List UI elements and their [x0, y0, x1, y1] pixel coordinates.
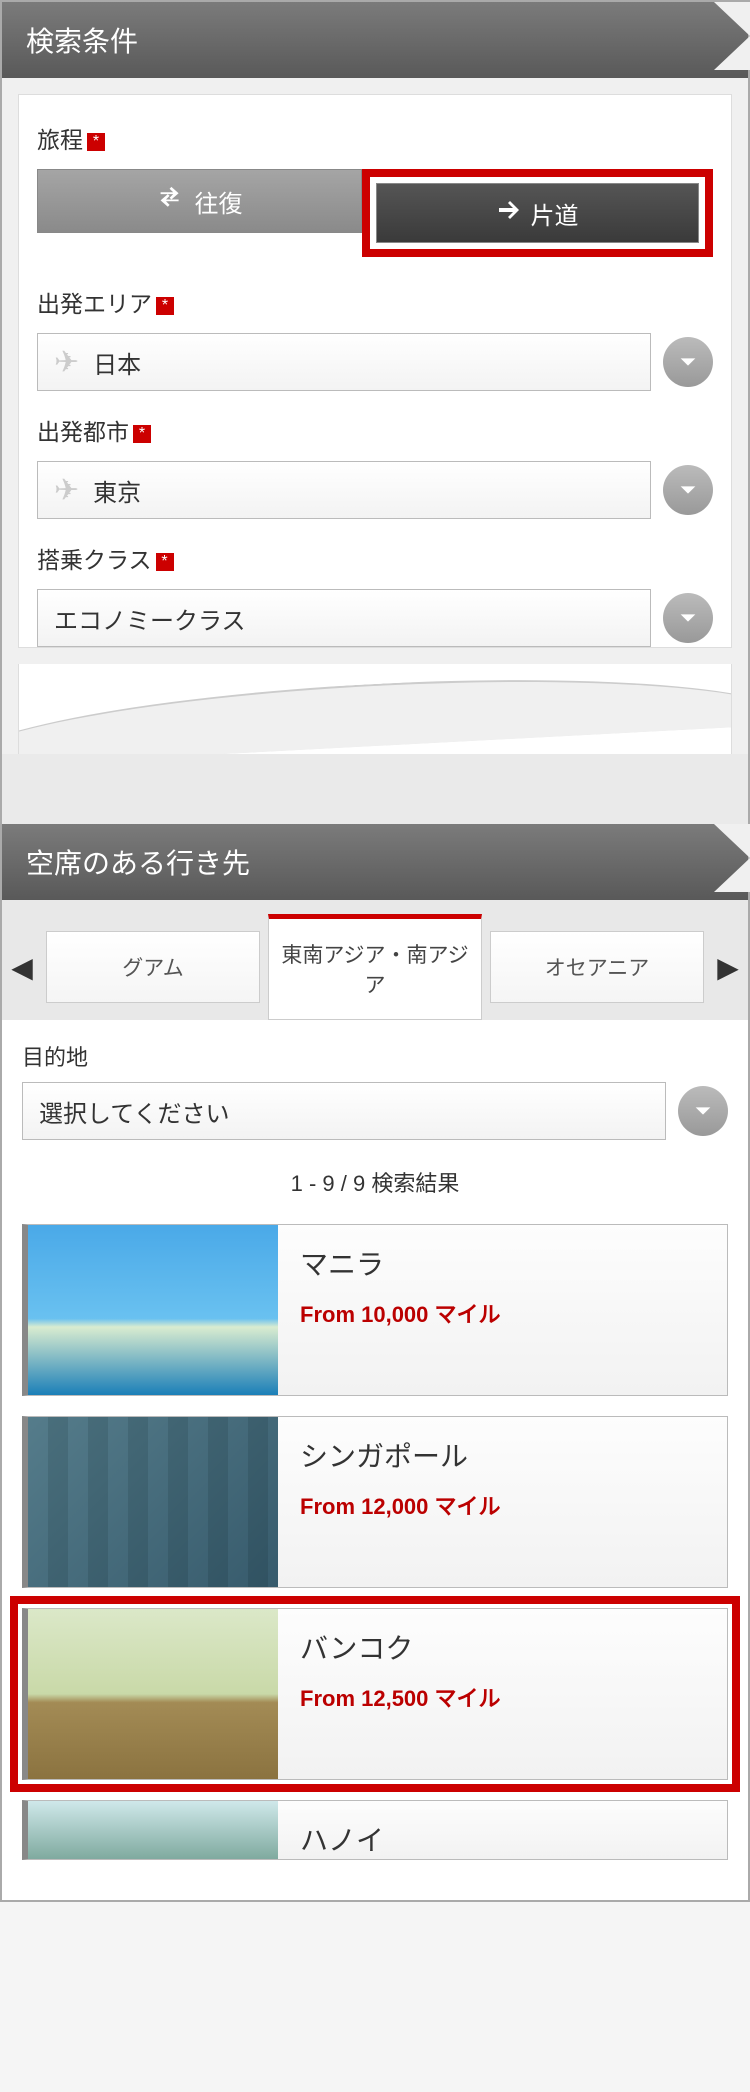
dropdown-toggle[interactable]	[678, 1086, 728, 1136]
roundtrip-button[interactable]: 往復	[37, 169, 362, 233]
result-card-hanoi[interactable]: ハノイ	[22, 1800, 728, 1860]
card-title: バンコク	[300, 1627, 501, 1667]
dropdown-toggle[interactable]	[663, 465, 713, 515]
result-card-singapore[interactable]: シンガポール From 12,000 マイル	[22, 1416, 728, 1588]
required-icon: *	[133, 425, 151, 443]
dropdown-toggle[interactable]	[663, 337, 713, 387]
depart-area-select[interactable]: ✈ 日本	[37, 333, 651, 391]
required-icon: *	[156, 297, 174, 315]
card-title: ハノイ	[300, 1819, 384, 1859]
section-title: 空席のある行き先	[26, 848, 250, 879]
card-price: From 10,000 マイル	[300, 1297, 501, 1329]
cabin-class-label: 搭乗クラス*	[37, 541, 713, 575]
content-truncation	[18, 664, 732, 754]
trip-type-buttons: 往復 片道	[37, 169, 713, 257]
depart-city-select[interactable]: ✈ 東京	[37, 461, 651, 519]
search-panel: 旅程* 往復 片道 出発エリア* ✈	[18, 94, 732, 648]
card-image	[28, 1801, 278, 1860]
dropdown-toggle[interactable]	[663, 593, 713, 643]
tab-se-asia[interactable]: 東南アジア・南アジア	[268, 914, 482, 1020]
card-body: バンコク From 12,500 マイル	[278, 1609, 523, 1779]
swap-icon	[157, 186, 185, 217]
oneway-button[interactable]: 片道	[376, 183, 699, 243]
tab-guam[interactable]: グアム	[46, 931, 260, 1003]
card-price: From 12,000 マイル	[300, 1489, 501, 1521]
roundtrip-label: 往復	[195, 184, 243, 219]
result-card-bangkok[interactable]: バンコク From 12,500 マイル	[22, 1608, 728, 1780]
depart-area-value: 日本	[93, 345, 141, 380]
trip-type-label: 旅程*	[37, 121, 713, 155]
card-image	[28, 1225, 278, 1395]
depart-area-label: 出発エリア*	[37, 285, 713, 319]
oneway-label: 片道	[531, 196, 579, 231]
depart-city-value: 東京	[93, 473, 141, 508]
tabs-prev-button[interactable]: ◀	[2, 951, 42, 984]
results-area: 目的地 選択してください 1 - 9 / 9 検索結果 マニラ From 10,…	[2, 1020, 748, 1900]
cabin-class-value: エコノミークラス	[54, 601, 246, 636]
card-title: シンガポール	[300, 1435, 501, 1475]
plane-icon: ✈	[54, 345, 79, 380]
tabs-next-button[interactable]: ▶	[708, 951, 748, 984]
tab-oceania[interactable]: オセアニア	[490, 931, 704, 1003]
destination-placeholder: 選択してください	[39, 1094, 230, 1129]
card-title: マニラ	[300, 1243, 501, 1283]
search-conditions-header: 検索条件	[2, 2, 748, 78]
depart-city-label: 出発都市*	[37, 413, 713, 447]
destination-select[interactable]: 選択してください	[22, 1082, 666, 1140]
required-icon: *	[87, 133, 105, 151]
arrow-right-icon	[497, 199, 521, 227]
plane-icon: ✈	[54, 473, 79, 508]
result-card-manila[interactable]: マニラ From 10,000 マイル	[22, 1224, 728, 1396]
cabin-class-select[interactable]: エコノミークラス	[37, 589, 651, 647]
oneway-highlight: 片道	[362, 169, 713, 257]
spacer	[2, 754, 748, 824]
availability-header: 空席のある行き先	[2, 824, 748, 900]
section-title: 検索条件	[26, 26, 138, 57]
card-image	[28, 1609, 278, 1779]
results-count: 1 - 9 / 9 検索結果	[22, 1166, 728, 1198]
card-body: シンガポール From 12,000 マイル	[278, 1417, 523, 1587]
region-tabs: ◀ グアム 東南アジア・南アジア オセアニア ▶	[2, 900, 748, 1020]
card-body: ハノイ	[278, 1801, 406, 1859]
required-icon: *	[156, 553, 174, 571]
destination-label: 目的地	[22, 1040, 728, 1072]
card-body: マニラ From 10,000 マイル	[278, 1225, 523, 1395]
card-image	[28, 1417, 278, 1587]
card-price: From 12,500 マイル	[300, 1681, 501, 1713]
